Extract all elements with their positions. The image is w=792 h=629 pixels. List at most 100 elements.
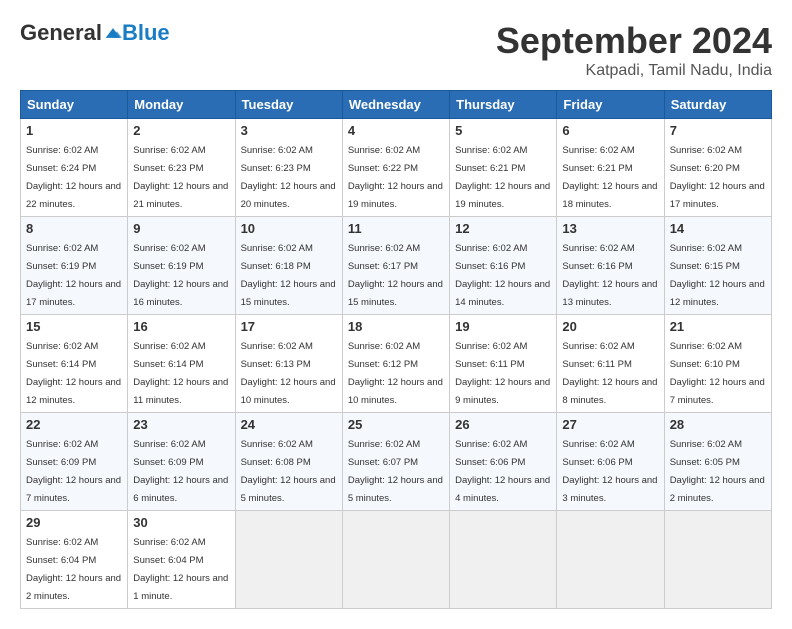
day-number: 12 [455, 221, 551, 236]
day-number: 23 [133, 417, 229, 432]
week-row-1: 1 Sunrise: 6:02 AMSunset: 6:24 PMDayligh… [21, 119, 772, 217]
logo-icon [104, 26, 122, 40]
day-info: Sunrise: 6:02 AMSunset: 6:06 PMDaylight:… [455, 439, 550, 504]
day-info: Sunrise: 6:02 AMSunset: 6:10 PMDaylight:… [670, 341, 765, 406]
day-number: 18 [348, 319, 444, 334]
day-info: Sunrise: 6:02 AMSunset: 6:23 PMDaylight:… [133, 145, 228, 210]
day-info: Sunrise: 6:02 AMSunset: 6:08 PMDaylight:… [241, 439, 336, 504]
day-info: Sunrise: 6:02 AMSunset: 6:06 PMDaylight:… [562, 439, 657, 504]
calendar-cell-w2-d5: 13 Sunrise: 6:02 AMSunset: 6:16 PMDaylig… [557, 217, 664, 315]
day-info: Sunrise: 6:02 AMSunset: 6:16 PMDaylight:… [562, 243, 657, 308]
week-row-2: 8 Sunrise: 6:02 AMSunset: 6:19 PMDayligh… [21, 217, 772, 315]
day-info: Sunrise: 6:02 AMSunset: 6:09 PMDaylight:… [26, 439, 121, 504]
day-number: 13 [562, 221, 658, 236]
day-info: Sunrise: 6:02 AMSunset: 6:17 PMDaylight:… [348, 243, 443, 308]
calendar-cell-w3-d3: 18 Sunrise: 6:02 AMSunset: 6:12 PMDaylig… [342, 315, 449, 413]
calendar-cell-w1-d0: 1 Sunrise: 6:02 AMSunset: 6:24 PMDayligh… [21, 119, 128, 217]
calendar-cell-w4-d5: 27 Sunrise: 6:02 AMSunset: 6:06 PMDaylig… [557, 413, 664, 511]
day-number: 16 [133, 319, 229, 334]
col-friday: Friday [557, 91, 664, 119]
page-header: General Blue September 2024 Katpadi, Tam… [20, 20, 772, 80]
day-info: Sunrise: 6:02 AMSunset: 6:22 PMDaylight:… [348, 145, 443, 210]
location-text: Katpadi, Tamil Nadu, India [496, 62, 772, 80]
calendar-header-row: Sunday Monday Tuesday Wednesday Thursday… [21, 91, 772, 119]
logo-general-text: General [20, 20, 102, 46]
calendar-cell-w2-d4: 12 Sunrise: 6:02 AMSunset: 6:16 PMDaylig… [450, 217, 557, 315]
calendar-cell-w5-d2 [235, 511, 342, 609]
day-number: 11 [348, 221, 444, 236]
calendar-cell-w5-d1: 30 Sunrise: 6:02 AMSunset: 6:04 PMDaylig… [128, 511, 235, 609]
day-number: 3 [241, 123, 337, 138]
col-wednesday: Wednesday [342, 91, 449, 119]
day-number: 4 [348, 123, 444, 138]
calendar-cell-w2-d0: 8 Sunrise: 6:02 AMSunset: 6:19 PMDayligh… [21, 217, 128, 315]
col-saturday: Saturday [664, 91, 771, 119]
calendar-cell-w3-d4: 19 Sunrise: 6:02 AMSunset: 6:11 PMDaylig… [450, 315, 557, 413]
month-title: September 2024 [496, 20, 772, 62]
day-info: Sunrise: 6:02 AMSunset: 6:19 PMDaylight:… [133, 243, 228, 308]
day-info: Sunrise: 6:02 AMSunset: 6:18 PMDaylight:… [241, 243, 336, 308]
day-info: Sunrise: 6:02 AMSunset: 6:23 PMDaylight:… [241, 145, 336, 210]
day-info: Sunrise: 6:02 AMSunset: 6:14 PMDaylight:… [26, 341, 121, 406]
day-number: 22 [26, 417, 122, 432]
day-number: 7 [670, 123, 766, 138]
calendar-cell-w4-d3: 25 Sunrise: 6:02 AMSunset: 6:07 PMDaylig… [342, 413, 449, 511]
day-info: Sunrise: 6:02 AMSunset: 6:21 PMDaylight:… [562, 145, 657, 210]
day-number: 21 [670, 319, 766, 334]
col-monday: Monday [128, 91, 235, 119]
calendar-table: Sunday Monday Tuesday Wednesday Thursday… [20, 90, 772, 609]
col-thursday: Thursday [450, 91, 557, 119]
day-number: 1 [26, 123, 122, 138]
day-info: Sunrise: 6:02 AMSunset: 6:14 PMDaylight:… [133, 341, 228, 406]
calendar-cell-w4-d2: 24 Sunrise: 6:02 AMSunset: 6:08 PMDaylig… [235, 413, 342, 511]
day-number: 15 [26, 319, 122, 334]
calendar-cell-w1-d5: 6 Sunrise: 6:02 AMSunset: 6:21 PMDayligh… [557, 119, 664, 217]
day-info: Sunrise: 6:02 AMSunset: 6:11 PMDaylight:… [562, 341, 657, 406]
day-info: Sunrise: 6:02 AMSunset: 6:19 PMDaylight:… [26, 243, 121, 308]
calendar-cell-w1-d6: 7 Sunrise: 6:02 AMSunset: 6:20 PMDayligh… [664, 119, 771, 217]
day-info: Sunrise: 6:02 AMSunset: 6:12 PMDaylight:… [348, 341, 443, 406]
day-number: 2 [133, 123, 229, 138]
day-number: 28 [670, 417, 766, 432]
week-row-3: 15 Sunrise: 6:02 AMSunset: 6:14 PMDaylig… [21, 315, 772, 413]
calendar-cell-w4-d4: 26 Sunrise: 6:02 AMSunset: 6:06 PMDaylig… [450, 413, 557, 511]
col-sunday: Sunday [21, 91, 128, 119]
day-number: 9 [133, 221, 229, 236]
calendar-cell-w3-d2: 17 Sunrise: 6:02 AMSunset: 6:13 PMDaylig… [235, 315, 342, 413]
day-info: Sunrise: 6:02 AMSunset: 6:07 PMDaylight:… [348, 439, 443, 504]
week-row-5: 29 Sunrise: 6:02 AMSunset: 6:04 PMDaylig… [21, 511, 772, 609]
calendar-cell-w4-d0: 22 Sunrise: 6:02 AMSunset: 6:09 PMDaylig… [21, 413, 128, 511]
day-info: Sunrise: 6:02 AMSunset: 6:20 PMDaylight:… [670, 145, 765, 210]
day-info: Sunrise: 6:02 AMSunset: 6:21 PMDaylight:… [455, 145, 550, 210]
calendar-cell-w2-d1: 9 Sunrise: 6:02 AMSunset: 6:19 PMDayligh… [128, 217, 235, 315]
day-info: Sunrise: 6:02 AMSunset: 6:16 PMDaylight:… [455, 243, 550, 308]
day-info: Sunrise: 6:02 AMSunset: 6:15 PMDaylight:… [670, 243, 765, 308]
day-number: 24 [241, 417, 337, 432]
calendar-cell-w3-d5: 20 Sunrise: 6:02 AMSunset: 6:11 PMDaylig… [557, 315, 664, 413]
day-number: 27 [562, 417, 658, 432]
day-number: 5 [455, 123, 551, 138]
calendar-cell-w1-d3: 4 Sunrise: 6:02 AMSunset: 6:22 PMDayligh… [342, 119, 449, 217]
calendar-cell-w5-d3 [342, 511, 449, 609]
calendar-cell-w2-d6: 14 Sunrise: 6:02 AMSunset: 6:15 PMDaylig… [664, 217, 771, 315]
logo-blue-text: Blue [122, 20, 170, 46]
calendar-cell-w4-d1: 23 Sunrise: 6:02 AMSunset: 6:09 PMDaylig… [128, 413, 235, 511]
day-number: 20 [562, 319, 658, 334]
calendar-cell-w5-d5 [557, 511, 664, 609]
day-info: Sunrise: 6:02 AMSunset: 6:24 PMDaylight:… [26, 145, 121, 210]
day-info: Sunrise: 6:02 AMSunset: 6:04 PMDaylight:… [26, 537, 121, 602]
calendar-cell-w2-d2: 10 Sunrise: 6:02 AMSunset: 6:18 PMDaylig… [235, 217, 342, 315]
day-number: 6 [562, 123, 658, 138]
day-number: 19 [455, 319, 551, 334]
day-number: 26 [455, 417, 551, 432]
day-number: 8 [26, 221, 122, 236]
day-info: Sunrise: 6:02 AMSunset: 6:05 PMDaylight:… [670, 439, 765, 504]
day-number: 14 [670, 221, 766, 236]
day-number: 25 [348, 417, 444, 432]
calendar-cell-w2-d3: 11 Sunrise: 6:02 AMSunset: 6:17 PMDaylig… [342, 217, 449, 315]
day-number: 29 [26, 515, 122, 530]
col-tuesday: Tuesday [235, 91, 342, 119]
calendar-cell-w5-d4 [450, 511, 557, 609]
calendar-cell-w3-d6: 21 Sunrise: 6:02 AMSunset: 6:10 PMDaylig… [664, 315, 771, 413]
title-block: September 2024 Katpadi, Tamil Nadu, Indi… [496, 20, 772, 80]
